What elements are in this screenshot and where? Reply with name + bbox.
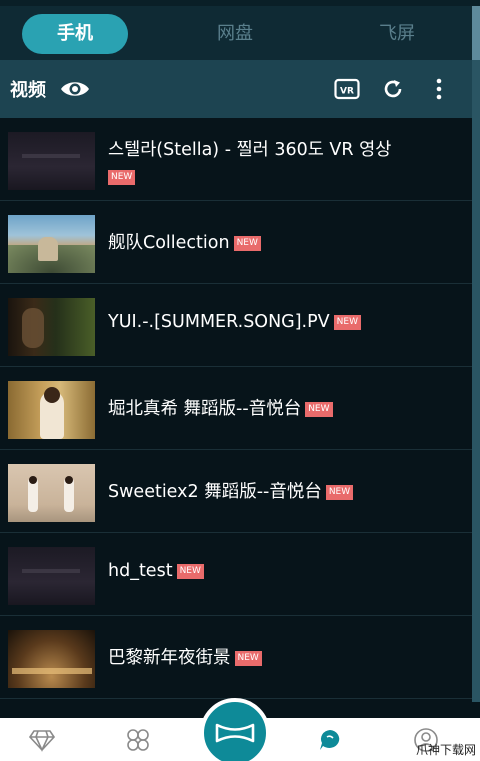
video-thumbnail [8,630,95,688]
clover-icon[interactable] [124,726,152,754]
new-badge: NEW [333,314,361,330]
toolbar: 视频 VR [0,60,472,118]
video-title: 스텔라(Stella) - 찔러 360도 VR 영상 [108,140,392,160]
chat-icon[interactable] [316,726,344,754]
video-title-text: hd_test [108,561,173,581]
video-title-text: 堀北真希 舞蹈版--音悦台 [108,399,302,419]
diamond-icon[interactable] [28,726,56,754]
list-item[interactable]: 스텔라(Stella) - 찔러 360도 VR 영상 NEW [0,118,472,201]
vr-icon[interactable]: VR [332,74,362,104]
video-title: hd_test NEW [108,561,204,581]
new-badge: NEW [234,650,262,666]
video-thumbnail [8,132,95,190]
video-title-text: YUI.-.[SUMMER.SONG].PV [108,312,330,332]
video-title-text: 舰队Collection [108,233,230,253]
eye-icon[interactable] [58,74,92,104]
video-thumbnail [8,298,95,356]
list-item[interactable]: YUI.-.[SUMMER.SONG].PV NEW [0,284,472,367]
video-title-text: 巴黎新年夜街景 [108,648,231,668]
new-badge: NEW [108,170,136,185]
video-thumbnail [8,215,95,273]
list-item[interactable]: Sweetiex2 舞蹈版--音悦台 NEW [0,450,472,533]
tab-cloud-disk[interactable]: 网盘 [190,14,280,54]
list-item[interactable]: 舰队Collection NEW [0,201,472,284]
vr-icon-label: VR [340,87,354,97]
section-title: 视频 [10,80,46,101]
video-thumbnail [8,464,95,522]
list-item[interactable]: hd_test NEW [0,533,472,616]
video-title: 巴黎新年夜街景 NEW [108,644,262,669]
video-thumbnail [8,547,95,605]
bowtie-icon[interactable] [200,698,270,761]
tab-phone[interactable]: 手机 [22,14,128,54]
new-badge: NEW [305,401,333,417]
top-tab-bar: 手机 网盘 飞屏 [0,0,480,60]
list-item[interactable]: 巴黎新年夜街景 NEW [0,616,472,699]
tab-fly-screen[interactable]: 飞屏 [352,14,442,54]
list-item[interactable]: 堀北真希 舞蹈版--音悦台 NEW [0,367,472,450]
video-list: 스텔라(Stella) - 찔러 360도 VR 영상 NEW 舰队Collec… [0,118,472,699]
more-icon[interactable] [424,74,454,104]
video-thumbnail [8,381,95,439]
status-strip [0,0,480,6]
new-badge: NEW [233,235,261,251]
new-badge: NEW [325,484,354,500]
watermark-text: 爪神下载网 [415,743,476,757]
video-title-text: Sweetiex2 舞蹈版--音悦台 [108,482,322,502]
video-title: 堀北真希 舞蹈版--音悦台 NEW [108,395,333,420]
refresh-icon[interactable] [378,74,408,104]
video-title: YUI.-.[SUMMER.SONG].PV NEW [108,312,361,332]
video-title: Sweetiex2 舞蹈版--音悦台 NEW [108,478,354,503]
video-title: 舰队Collection NEW [108,229,261,254]
new-badge: NEW [176,563,204,579]
scroll-edge [472,60,480,702]
